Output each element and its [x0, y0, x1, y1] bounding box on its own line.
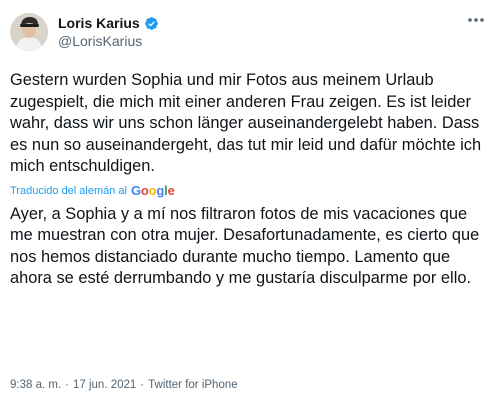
google-logo: Google	[131, 182, 175, 198]
tweet-meta: 9:38 a. m. · 17 jun. 2021 · Twitter for …	[10, 378, 238, 392]
tweet-time[interactable]: 9:38 a. m.	[10, 378, 61, 392]
tweet-text-translated: Ayer, a Sophia y a mí nos filtraron foto…	[10, 204, 480, 288]
translation-label[interactable]: Traducido del alemán al	[10, 184, 127, 198]
more-options-button[interactable]	[466, 12, 486, 28]
tweet-date[interactable]: 17 jun. 2021	[73, 378, 136, 392]
tweet-card: Loris Karius @LorisKarius Gestern wurden…	[0, 0, 502, 400]
user-info: Loris Karius @LorisKarius	[58, 14, 159, 50]
verified-badge-icon	[144, 16, 159, 31]
tweet-text-original: Gestern wurden Sophia und mir Fotos aus …	[10, 71, 482, 175]
name-row: Loris Karius	[58, 14, 159, 32]
avatar-image	[10, 13, 48, 51]
meta-separator: ·	[140, 379, 145, 391]
display-name[interactable]: Loris Karius	[58, 14, 140, 32]
user-handle[interactable]: @LorisKarius	[58, 32, 159, 50]
more-horizontal-icon	[468, 18, 484, 22]
meta-separator: ·	[65, 379, 69, 391]
translation-attribution[interactable]: Traducido del alemán al Google	[10, 182, 490, 200]
tweet-source[interactable]: Twitter for iPhone	[148, 378, 237, 392]
avatar[interactable]	[10, 13, 48, 51]
tweet-header: Loris Karius @LorisKarius	[10, 8, 490, 56]
